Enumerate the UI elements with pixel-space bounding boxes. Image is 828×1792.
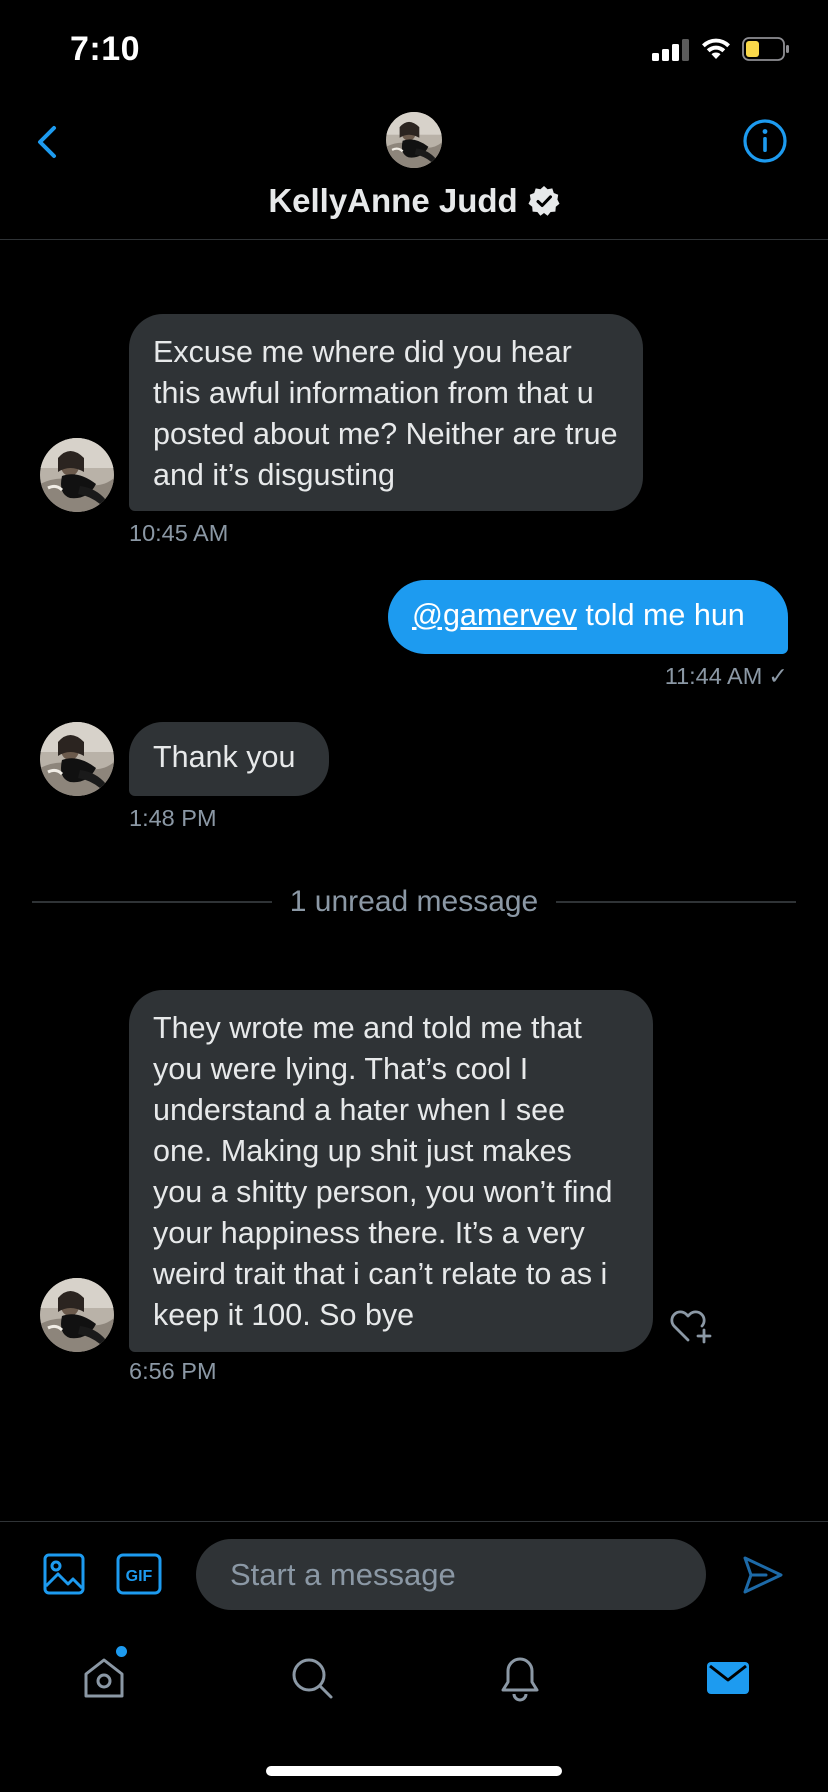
gif-button[interactable]: GIF xyxy=(116,1553,162,1595)
divider-line xyxy=(556,901,796,903)
mention-link[interactable]: @gamervev xyxy=(412,598,577,632)
notifications-icon[interactable] xyxy=(496,1654,544,1702)
bottom-tab-bar xyxy=(0,1628,828,1792)
contact-avatar[interactable] xyxy=(386,112,442,168)
heart-add-icon[interactable] xyxy=(668,1304,714,1346)
sent-check-icon: ✓ xyxy=(768,663,788,689)
message-text: told me hun xyxy=(576,598,745,632)
contact-name-row[interactable]: KellyAnne Judd xyxy=(0,182,828,220)
incoming-message-bubble[interactable]: Excuse me where did you hear this awful … xyxy=(129,314,643,511)
home-icon[interactable] xyxy=(80,1654,128,1702)
home-indicator[interactable] xyxy=(266,1766,562,1776)
gif-label: GIF xyxy=(126,1568,153,1585)
search-icon[interactable] xyxy=(288,1654,336,1702)
message-timestamp: 11:44 AM xyxy=(664,663,763,689)
home-notification-dot xyxy=(116,1646,127,1657)
wifi-icon xyxy=(702,38,730,59)
info-icon[interactable] xyxy=(742,118,788,164)
incoming-message-bubble[interactable]: Thank you xyxy=(129,722,329,796)
back-icon[interactable] xyxy=(30,120,66,164)
outgoing-message-bubble[interactable]: @gamervev told me hun xyxy=(388,580,788,654)
verified-badge-icon xyxy=(528,186,560,216)
status-time: 7:10 xyxy=(70,30,141,68)
message-text: They wrote me and told me that you were … xyxy=(153,1011,613,1332)
messages-icon[interactable] xyxy=(704,1654,752,1702)
sender-avatar[interactable] xyxy=(40,1278,114,1352)
unread-label: 1 unread message xyxy=(289,885,539,918)
cellular-signal-icon xyxy=(652,39,689,61)
conversation-header: KellyAnne Judd xyxy=(0,100,828,240)
message-timestamp-row: 11:44 AM ✓ xyxy=(665,662,788,690)
battery-icon xyxy=(742,37,789,61)
message-input[interactable] xyxy=(196,1539,706,1610)
message-timestamp: 6:56 PM xyxy=(129,1358,217,1384)
divider-line xyxy=(32,901,272,903)
message-timestamp: 10:45 AM xyxy=(129,520,229,546)
status-bar: 7:10 xyxy=(0,0,828,100)
image-icon[interactable] xyxy=(42,1552,86,1596)
message-text: Excuse me where did you hear this awful … xyxy=(153,335,618,492)
sender-avatar[interactable] xyxy=(40,722,114,796)
sender-avatar[interactable] xyxy=(40,438,114,512)
contact-name: KellyAnne Judd xyxy=(268,182,518,219)
send-icon[interactable] xyxy=(742,1554,784,1596)
incoming-message-bubble[interactable]: They wrote me and told me that you were … xyxy=(129,990,653,1352)
message-composer: GIF xyxy=(0,1521,828,1628)
gif-icon: GIF xyxy=(116,1553,162,1595)
message-text: Thank you xyxy=(153,740,296,774)
message-timestamp: 1:48 PM xyxy=(129,805,217,831)
unread-divider: 1 unread message xyxy=(32,880,796,924)
